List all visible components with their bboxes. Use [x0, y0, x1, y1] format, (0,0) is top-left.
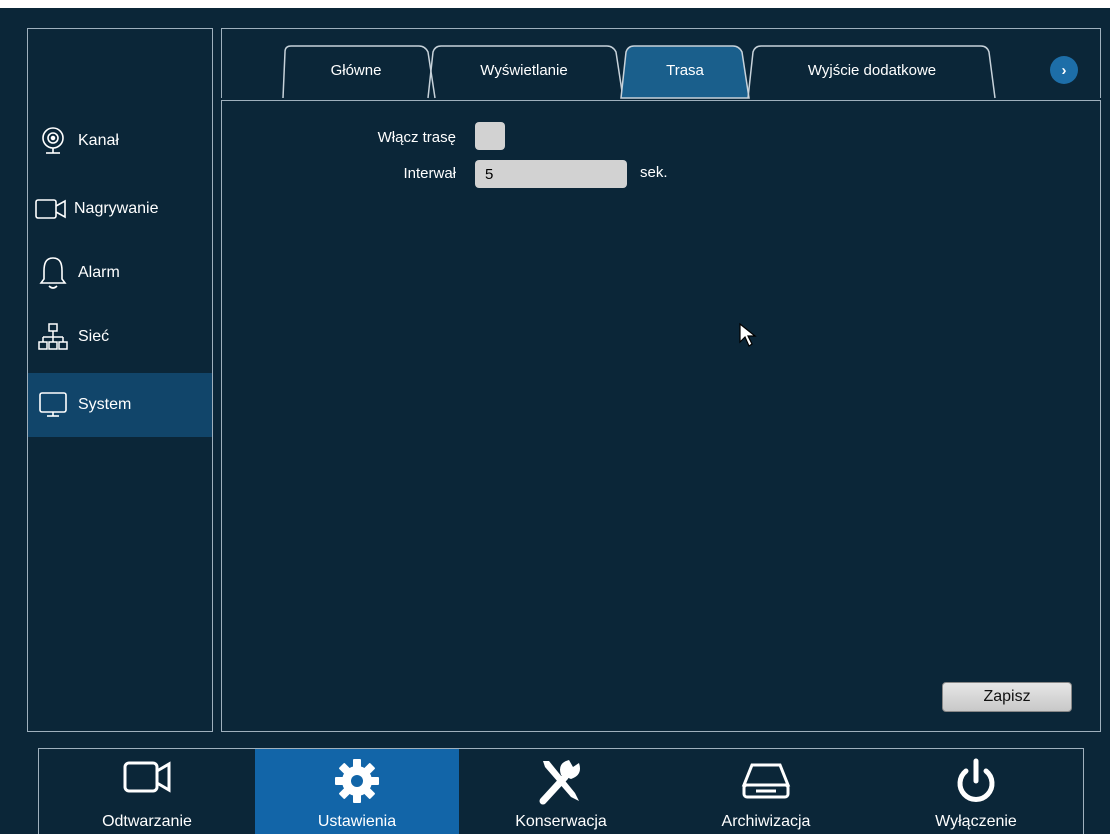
bell-icon [28, 255, 78, 291]
bottom-item-odtwarzanie[interactable]: Odtwarzanie [39, 749, 255, 834]
camera-lens-icon [28, 126, 78, 156]
bottom-item-label: Odtwarzanie [102, 813, 192, 830]
network-icon [28, 322, 78, 352]
monitor-icon [28, 391, 78, 419]
video-camera-icon [39, 757, 255, 797]
tools-icon [459, 757, 663, 805]
sidebar-item-kanal[interactable]: Kanał [28, 109, 212, 173]
bottom-item-wylaczenie[interactable]: Wyłączenie [869, 749, 1083, 834]
tab-trasa[interactable]: Trasa [626, 58, 744, 84]
sidebar-item-label: Kanał [78, 132, 119, 149]
interval-unit: sek. [640, 164, 668, 181]
bottom-item-konserwacja[interactable]: Konserwacja [459, 749, 663, 834]
bottom-item-label: Wyłączenie [935, 813, 1017, 830]
tab-wyswietlanie[interactable]: Wyświetlanie [432, 58, 616, 84]
sidebar-item-siec[interactable]: Sieć [28, 305, 212, 369]
save-button[interactable]: Zapisz [942, 682, 1072, 712]
video-camera-icon [28, 197, 74, 221]
bottom-item-label: Ustawienia [317, 813, 397, 830]
sidebar-item-alarm[interactable]: Alarm [28, 241, 212, 305]
tab-wyjscie-dodatkowe[interactable]: Wyjście dodatkowe [754, 58, 990, 84]
bottom-item-label: Konserwacja [515, 813, 607, 830]
content-panel [221, 100, 1101, 732]
bottom-bar: Odtwarzanie Ustawienia Konserwacja Archi… [38, 748, 1084, 834]
gear-icon [255, 757, 459, 805]
enable-route-label: Włącz trasę [377, 129, 456, 146]
sidebar-item-nagrywanie[interactable]: Nagrywanie [28, 177, 212, 241]
sidebar-item-label: Sieć [78, 328, 110, 345]
enable-route-checkbox[interactable] [475, 122, 505, 150]
sidebar-item-label: System [78, 396, 132, 413]
chevron-right-icon: › [1061, 61, 1067, 79]
bottom-item-archiwizacja[interactable]: Archiwizacja [663, 749, 869, 834]
interval-input[interactable] [475, 160, 627, 188]
power-icon [869, 757, 1083, 807]
storage-drive-icon [663, 757, 869, 803]
sidebar-item-label: Alarm [78, 264, 120, 281]
mouse-cursor-icon [739, 322, 757, 347]
tab-next-button[interactable]: › [1050, 56, 1078, 84]
tab-glowne[interactable]: Główne [286, 58, 426, 84]
sidebar-item-label: Nagrywanie [74, 200, 159, 217]
bottom-item-label: Archiwizacja [721, 813, 811, 830]
top-strip [0, 0, 1110, 8]
sidebar-item-system[interactable]: System [28, 373, 212, 437]
bottom-item-ustawienia[interactable]: Ustawienia [255, 749, 459, 834]
interval-label: Interwał [403, 165, 456, 182]
sidebar: Kanał Nagrywanie Alarm Sieć System [27, 28, 213, 732]
